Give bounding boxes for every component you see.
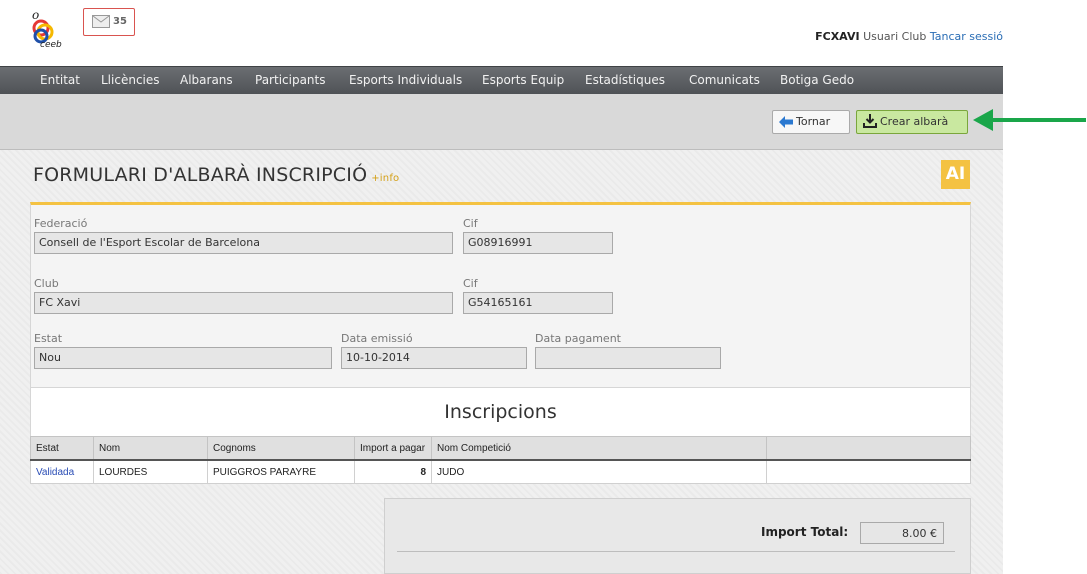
table-header-row: Estat Nom Cognoms Import a pagar Nom Com…: [30, 436, 971, 461]
arrow-left-icon: [779, 116, 793, 128]
nav-item-botiga-gedo[interactable]: Botiga Gedo: [780, 73, 854, 87]
nav-item-esports-equip[interactable]: Esports Equip: [482, 73, 564, 87]
message-count: 35: [113, 16, 127, 27]
cif-club-field[interactable]: G54165161: [463, 292, 613, 314]
main-nav: Entitat Llicències Albarans Participants…: [0, 66, 1003, 94]
estat-field[interactable]: Nou: [34, 347, 332, 369]
club-field[interactable]: FC Xavi: [34, 292, 453, 314]
data-pagament-label: Data pagament: [535, 332, 621, 345]
ceeb-logo[interactable]: o ceeb: [28, 8, 68, 50]
nav-item-entitat[interactable]: Entitat: [40, 73, 80, 87]
cell-cognoms: PUIGGROS PARAYRE: [207, 459, 355, 484]
column-header-cognoms[interactable]: Cognoms: [207, 436, 355, 461]
cif-club-label: Cif: [463, 277, 478, 290]
cif-federacio-field[interactable]: G08916991: [463, 232, 613, 254]
main-content: FORMULARI D'ALBARÀ INSCRIPCIÓ +info AI Fe…: [0, 150, 1003, 574]
total-panel: Import Total: 8.00 €: [384, 498, 971, 574]
column-header-import[interactable]: Import a pagar: [354, 436, 432, 461]
ai-badge: AI: [941, 160, 970, 189]
page-title: FORMULARI D'ALBARÀ INSCRIPCIÓ +info: [33, 164, 399, 186]
total-field[interactable]: 8.00 €: [860, 522, 944, 544]
header: o ceeb 35 FCXAVI Usuari Club Tancar sess…: [0, 0, 1003, 66]
download-icon: [863, 114, 877, 128]
data-pagament-field[interactable]: [535, 347, 721, 369]
logo-text: ceeb: [40, 40, 62, 48]
user-box: FCXAVI Usuari Club Tancar sessió: [815, 30, 1003, 43]
column-header-competicio[interactable]: Nom Competició: [431, 436, 767, 461]
total-label: Import Total:: [761, 525, 849, 539]
estat-label: Estat: [34, 332, 63, 345]
svg-text:o: o: [32, 8, 39, 22]
cell-competicio: JUDO: [431, 459, 767, 484]
data-emissio-field[interactable]: 10-10-2014: [341, 347, 527, 369]
info-link[interactable]: +info: [371, 173, 399, 184]
back-button-label: Tornar: [796, 115, 831, 128]
envelope-icon: [92, 15, 110, 28]
user-role: Usuari Club: [863, 30, 927, 43]
data-emissio-label: Data emissió: [341, 332, 413, 345]
logout-link[interactable]: Tancar sessió: [930, 30, 1003, 43]
divider: [397, 551, 955, 552]
column-header-extra: [766, 436, 971, 461]
nav-item-estadistiques[interactable]: Estadístiques: [585, 73, 665, 87]
federacio-label: Federació: [34, 217, 88, 230]
cell-nom: LOURDES: [93, 459, 208, 484]
cell-estat[interactable]: Validada: [30, 459, 94, 484]
inscripcions-table: Estat Nom Cognoms Import a pagar Nom Com…: [30, 436, 971, 484]
nav-item-llicencies[interactable]: Llicències: [101, 73, 160, 87]
messages-button[interactable]: 35: [83, 8, 135, 36]
cell-extra: [766, 459, 971, 484]
back-button[interactable]: Tornar: [772, 110, 850, 134]
federacio-field[interactable]: Consell de l'Esport Escolar de Barcelona: [34, 232, 453, 254]
cell-import: 8: [354, 459, 432, 484]
nav-item-comunicats[interactable]: Comunicats: [689, 73, 760, 87]
create-albara-button[interactable]: Crear albarà: [856, 110, 968, 134]
nav-item-albarans[interactable]: Albarans: [180, 73, 233, 87]
nav-item-esports-individuals[interactable]: Esports Individuals: [349, 73, 462, 87]
green-arrow-icon: [973, 109, 1086, 131]
user-name: FCXAVI: [815, 30, 860, 43]
table-row: Validada LOURDES PUIGGROS PARAYRE 8 JUDO: [30, 459, 971, 484]
toolbar: Tornar Crear albarà: [0, 94, 1003, 150]
page-title-text: FORMULARI D'ALBARÀ INSCRIPCIÓ: [33, 164, 368, 186]
inscripcions-heading: Inscripcions: [30, 388, 971, 436]
create-albara-label: Crear albarà: [880, 115, 949, 128]
column-header-estat[interactable]: Estat: [30, 436, 94, 461]
albara-form: Federació Consell de l'Esport Escolar de…: [30, 202, 971, 388]
column-header-nom[interactable]: Nom: [93, 436, 208, 461]
club-label: Club: [34, 277, 59, 290]
nav-item-participants[interactable]: Participants: [255, 73, 326, 87]
cif-federacio-label: Cif: [463, 217, 478, 230]
